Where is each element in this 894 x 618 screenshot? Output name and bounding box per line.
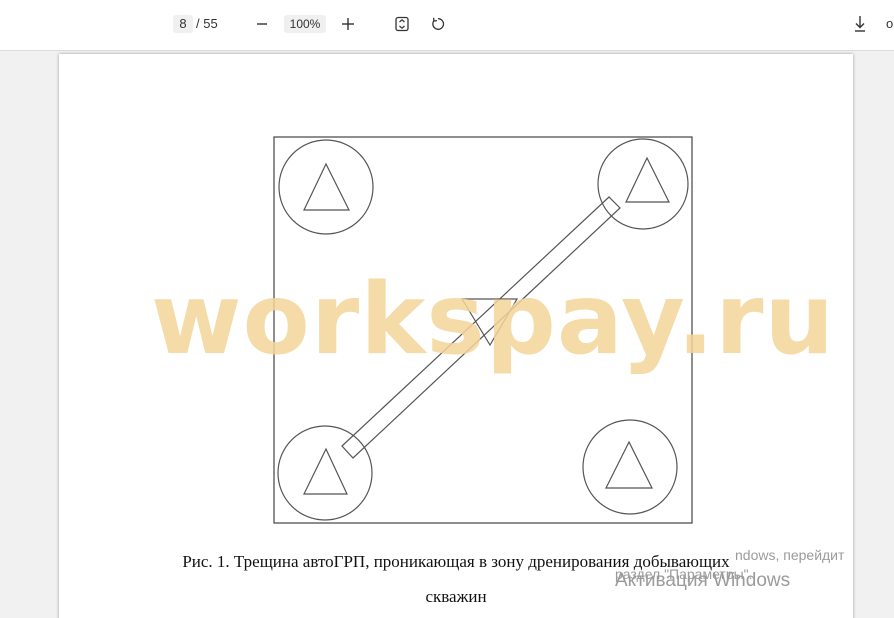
well-bottom-left bbox=[277, 425, 373, 521]
rotate-icon[interactable] bbox=[429, 15, 447, 33]
fit-page-icon[interactable] bbox=[393, 15, 411, 33]
zoom-out-icon[interactable] bbox=[254, 15, 270, 33]
page-number-input[interactable]: 8 bbox=[173, 15, 193, 33]
watermark-text: workspay.ru bbox=[151, 263, 836, 377]
document-page: workspay.ru Рис. 1. Трещина автоГРП, про… bbox=[59, 54, 853, 618]
zoom-level-input[interactable]: 100% bbox=[284, 15, 326, 33]
pdf-toolbar: 8 / 55 100% o bbox=[0, 0, 894, 51]
download-icon[interactable] bbox=[851, 13, 869, 35]
activation-line-2: раздел "Параметры". bbox=[615, 566, 753, 582]
well-top-left bbox=[278, 139, 374, 235]
activation-line-1: ndows, перейдит bbox=[735, 547, 845, 563]
well-bottom-right bbox=[582, 419, 678, 515]
page-total-label: / 55 bbox=[196, 16, 218, 31]
document-viewer[interactable]: workspay.ru Рис. 1. Трещина автоГРП, про… bbox=[0, 51, 894, 618]
print-icon-partial[interactable]: o bbox=[886, 15, 893, 33]
zoom-in-icon[interactable] bbox=[340, 15, 356, 33]
